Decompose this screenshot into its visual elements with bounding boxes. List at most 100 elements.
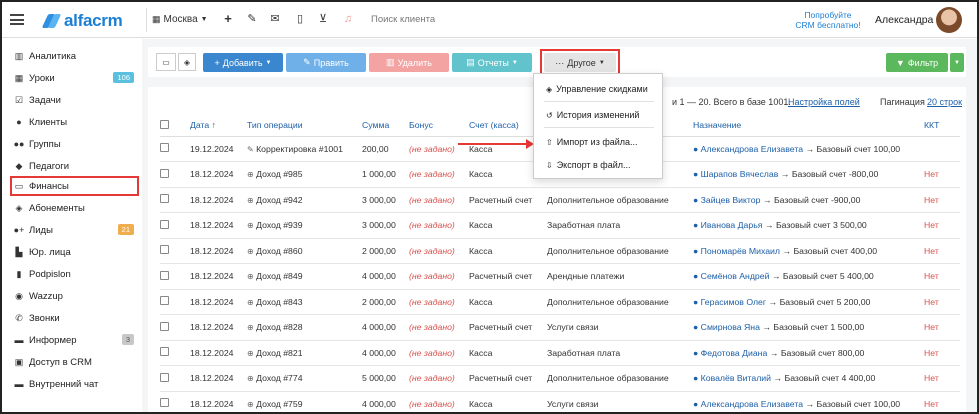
divider <box>544 101 654 102</box>
sidebar-item-groups[interactable]: ●● Группы <box>12 135 136 153</box>
avatar[interactable] <box>936 7 962 33</box>
row-checkbox[interactable] <box>160 398 169 408</box>
cell-operation[interactable]: ⊕ Доход #774 <box>247 365 362 392</box>
menu-item-history[interactable]: ↺ История изменений <box>546 110 639 120</box>
cell-operation[interactable]: ⊕ Доход #828 <box>247 314 362 341</box>
menu-item-label: Экспорт в файл... <box>556 160 631 170</box>
sidebar-item-tasks[interactable]: ☑ Задачи <box>12 91 136 109</box>
sidebar-item-internal-chat[interactable]: ▬ Внутренний чат <box>12 375 136 393</box>
sidebar-item-teachers[interactable]: ◆ Педагоги <box>12 157 136 175</box>
row-checkbox[interactable] <box>160 194 169 204</box>
menu-item-export[interactable]: ⇩ Экспорт в файл... <box>546 160 631 170</box>
col-bonus[interactable]: Бонус <box>409 115 469 137</box>
row-select <box>160 136 190 162</box>
row-checkbox[interactable] <box>160 270 169 280</box>
cell-date: 18.12.2024 <box>190 187 247 213</box>
logo[interactable]: alfacrm <box>41 11 123 31</box>
table-row[interactable]: 18.12.2024 ⊕ Доход #860 2 000,00 (не задано… <box>160 238 960 264</box>
row-checkbox[interactable] <box>160 143 169 153</box>
sidebar-item-crm-access[interactable]: ▣ Доступ в CRM <box>12 353 136 371</box>
sidebar-item-legal-entities[interactable]: ▙ Юр. лица <box>12 243 136 261</box>
sidebar-item-clients[interactable]: ● Клиенты <box>12 113 136 131</box>
destination-client-link[interactable]: Зайцев Виктор <box>701 195 761 205</box>
sidebar-item-label: Группы <box>29 138 61 150</box>
destination-client-link[interactable]: Ковалёв Виталий <box>701 373 771 383</box>
menu-item-import[interactable]: ⇧ Импорт из файла... <box>546 137 638 147</box>
menu-icon[interactable] <box>10 14 24 25</box>
row-checkbox[interactable] <box>160 168 169 178</box>
cell-operation[interactable]: ⊕ Доход #985 <box>247 161 362 188</box>
destination-client-link[interactable]: Пономарёв Михаил <box>701 246 780 256</box>
table-row[interactable]: 18.12.2024 ⊕ Доход #942 3 000,00 (не задано… <box>160 187 960 213</box>
row-checkbox[interactable] <box>160 347 169 357</box>
pagination-link[interactable]: 20 строк <box>927 97 962 107</box>
user-name[interactable]: Александра <box>875 14 933 26</box>
col-operation[interactable]: Тип операции <box>247 115 362 137</box>
view-toggle-icon[interactable]: ▭ <box>156 53 176 71</box>
destination-client-link[interactable]: Смирнова Яна <box>701 322 760 332</box>
sidebar-item-calls[interactable]: ✆ Звонки <box>12 309 136 327</box>
inbox-icon: ▬ <box>14 335 24 345</box>
delete-button[interactable]: ▥ Удалить <box>369 53 449 72</box>
row-checkbox[interactable] <box>160 372 169 382</box>
col-sum[interactable]: Сумма <box>362 115 409 137</box>
sidebar-item-label: Педагоги <box>29 160 70 172</box>
sidebar-item-lessons[interactable]: ▦ Уроки 106 <box>12 69 136 87</box>
row-checkbox[interactable] <box>160 296 169 306</box>
destination-client-link[interactable]: Семёнов Андрей <box>701 271 770 281</box>
cell-operation[interactable]: ⊕ Доход #849 <box>247 263 362 290</box>
row-checkbox[interactable] <box>160 321 169 331</box>
sidebar-item-podpislon[interactable]: ▮ Podpislon <box>12 265 136 283</box>
bell-icon[interactable]: ♫ <box>341 12 355 26</box>
destination-client-link[interactable]: Шарапов Вячеслав <box>701 169 779 179</box>
menu-item-discounts[interactable]: ◈ Управление скидками <box>546 84 648 94</box>
sidebar-item-finance[interactable]: ▭ Финансы <box>10 176 139 196</box>
cart-icon[interactable]: ⊻ <box>316 12 330 26</box>
sidebar-item-analytics[interactable]: ▥ Аналитика <box>12 47 136 65</box>
destination-client-link[interactable]: Федотова Диана <box>701 348 768 358</box>
table-row[interactable]: 18.12.2024 ⊕ Доход #759 4 000,00 (не задано… <box>160 391 960 412</box>
table-row[interactable]: 18.12.2024 ⊕ Доход #849 4 000,00 (не задано… <box>160 263 960 290</box>
cell-operation[interactable]: ⊕ Доход #759 <box>247 391 362 412</box>
sidebar-item-informer[interactable]: ▬ Информер 3 <box>12 331 136 349</box>
filter-dropdown-button[interactable]: ▼ <box>950 53 964 72</box>
wrench-icon[interactable]: ✎ <box>245 12 259 26</box>
add-button[interactable]: + Добавить ▼ <box>203 53 283 72</box>
fields-settings-link[interactable]: Настройка полей <box>788 97 860 107</box>
col-date[interactable]: Дата ↑ <box>190 115 247 137</box>
destination-client-link[interactable]: Иванова Дарья <box>701 220 763 230</box>
col-destination[interactable]: Назначение <box>693 115 924 137</box>
search-input[interactable]: Поиск клиента <box>371 14 435 25</box>
cell-operation[interactable]: ⊕ Доход #942 <box>247 187 362 213</box>
sidebar-item-leads[interactable]: ●+ Лиды 21 <box>12 221 136 239</box>
row-checkbox[interactable] <box>160 245 169 255</box>
envelope-icon[interactable]: ✉ <box>268 12 282 26</box>
destination-client-link[interactable]: Александрова Елизавета <box>701 144 803 154</box>
cell-operation[interactable]: ✎ Корректировка #1001 <box>247 136 362 162</box>
edit-button[interactable]: ✎ Править <box>286 53 366 72</box>
reports-button[interactable]: ▤ Отчеты ▼ <box>452 53 532 72</box>
filter-button[interactable]: ▼ Фильтр <box>886 53 948 72</box>
table-row[interactable]: 18.12.2024 ⊕ Доход #843 2 000,00 (не задано… <box>160 289 960 315</box>
plus-icon[interactable]: + <box>221 12 235 26</box>
sidebar-item-subscriptions[interactable]: ◈ Абонементы <box>12 199 136 217</box>
select-all-checkbox[interactable] <box>160 119 169 129</box>
row-checkbox[interactable] <box>160 219 169 229</box>
promo-link[interactable]: Попробуйте CRM бесплатно! <box>788 10 868 30</box>
cell-operation[interactable]: ⊕ Доход #821 <box>247 340 362 366</box>
destination-client-link[interactable]: Александрова Елизавета <box>701 399 803 409</box>
destination-client-link[interactable]: Герасимов Олег <box>701 297 766 307</box>
cell-operation[interactable]: ⊕ Доход #939 <box>247 212 362 239</box>
other-button[interactable]: ··· Другое ▼ <box>544 53 616 72</box>
col-kkt[interactable]: ККТ <box>924 115 960 137</box>
sidebar-item-wazzup[interactable]: ◉ Wazzup <box>12 287 136 305</box>
table-row[interactable]: 18.12.2024 ⊕ Доход #774 5 000,00 (не задано… <box>160 365 960 392</box>
city-selector[interactable]: ▦ Москва ▼ <box>152 14 208 25</box>
mobile-icon[interactable]: ▯ <box>293 12 307 26</box>
tag-icon[interactable]: ◈ <box>178 53 196 71</box>
cell-operation[interactable]: ⊕ Доход #843 <box>247 289 362 315</box>
table-row[interactable]: 18.12.2024 ⊕ Доход #821 4 000,00 (не задано… <box>160 340 960 366</box>
cell-operation[interactable]: ⊕ Доход #860 <box>247 238 362 264</box>
table-row[interactable]: 18.12.2024 ⊕ Доход #828 4 000,00 (не задано… <box>160 314 960 341</box>
table-row[interactable]: 18.12.2024 ⊕ Доход #939 3 000,00 (не задано… <box>160 212 960 239</box>
